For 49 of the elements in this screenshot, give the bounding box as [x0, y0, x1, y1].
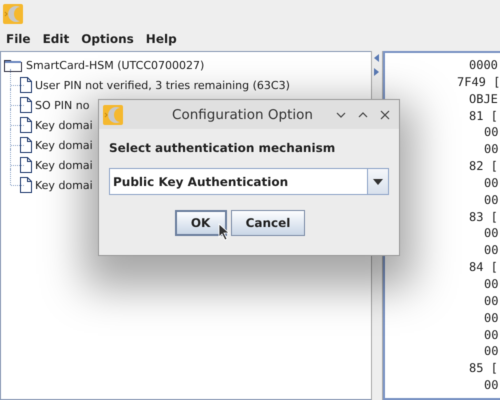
- prompt-label: Select authentication mechanism: [109, 141, 336, 157]
- tree-item[interactable]: Key domai: [35, 178, 93, 192]
- tree-item[interactable]: Key domai: [35, 138, 93, 152]
- listing-line: 00: [483, 343, 500, 360]
- listing-line: 84 [: [468, 259, 499, 276]
- tree-item[interactable]: Key domai: [35, 118, 93, 132]
- cancel-button[interactable]: Cancel: [230, 210, 306, 236]
- menu-item[interactable]: Help: [140, 32, 183, 46]
- listing-line: 00: [483, 326, 500, 344]
- listing-line: 00: [483, 225, 500, 242]
- ok-button[interactable]: OK: [174, 210, 227, 236]
- tree-item[interactable]: Key domai: [35, 158, 93, 172]
- listing-line: OBJE: [468, 90, 499, 108]
- tree-item[interactable]: User PIN not verified, 3 tries remaining (63C3): [35, 78, 290, 92]
- authentication-dropdown[interactable]: Public Key Authentication: [109, 168, 389, 195]
- listing-line: 00: [483, 310, 500, 326]
- menu-item[interactable]: File: [0, 32, 37, 46]
- menu-item[interactable]: Options: [75, 32, 140, 46]
- mouse-cursor-icon: [218, 223, 230, 241]
- document-icon: [20, 177, 32, 193]
- close-icon[interactable]: [379, 108, 391, 120]
- document-icon: [20, 157, 32, 173]
- tree-item[interactable]: SmartCard-HSM (UTCC0700027): [26, 58, 204, 72]
- listing-line: 00: [483, 141, 500, 158]
- document-icon: [20, 117, 32, 133]
- listing-line: 00: [483, 292, 500, 310]
- listing-line: 81 [: [468, 108, 499, 124]
- listing-line: 00: [483, 242, 500, 260]
- folder-icon: [4, 58, 22, 72]
- app-logo: [103, 105, 122, 124]
- listing-line: 7F49 [: [456, 74, 500, 91]
- dialog-title: Configuration Option: [171, 106, 314, 122]
- document-icon: [20, 97, 32, 113]
- listing-line: 00: [483, 174, 500, 192]
- menu-item[interactable]: Edit: [36, 32, 76, 46]
- listing-line: 0000: [468, 57, 499, 74]
- document-icon: [20, 137, 32, 153]
- listing-line: 00: [483, 377, 500, 394]
- listing-line: 00: [483, 192, 500, 209]
- listing-line: 82 [: [468, 158, 499, 175]
- listing-line: 83 [: [468, 208, 499, 226]
- tree-item[interactable]: SO PIN no: [35, 98, 90, 112]
- listing-line: 00: [483, 276, 500, 293]
- expand-right-icon[interactable]: [374, 68, 380, 76]
- listing-line: 85 [: [468, 360, 499, 378]
- listing-line: 00: [483, 124, 500, 142]
- app-logo: [3, 4, 23, 24]
- document-icon: [20, 77, 32, 93]
- collapse-left-icon[interactable]: [374, 54, 380, 62]
